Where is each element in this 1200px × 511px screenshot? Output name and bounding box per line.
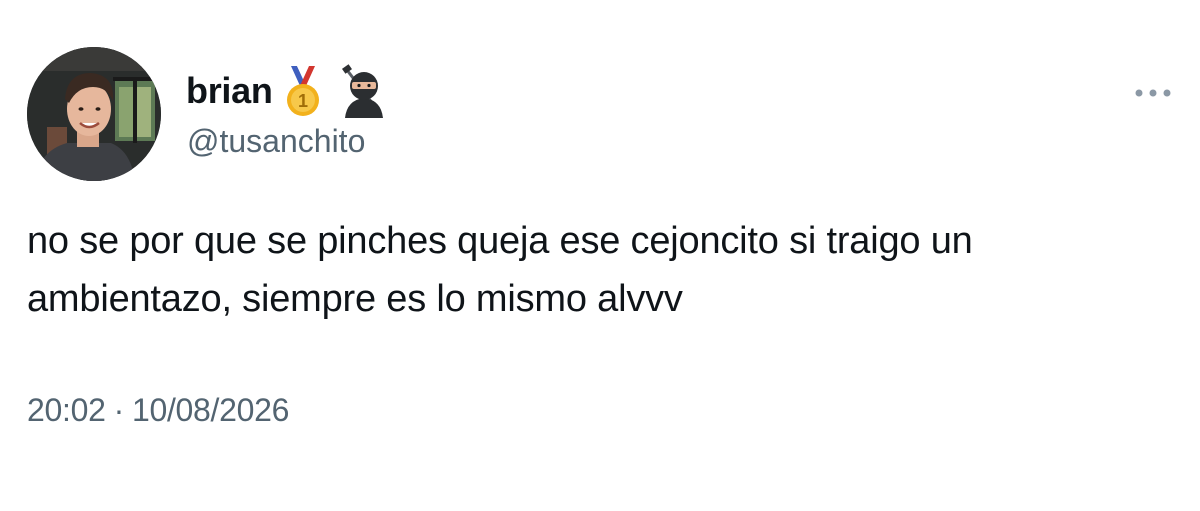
timestamp[interactable]: 20:02 · 10/08/2026 [27,392,289,429]
tweet-text-line: ambientazo, siempre es lo mismo alvvv [27,278,683,320]
avatar[interactable] [27,47,161,181]
tweet-date: 10/08/2026 [131,392,290,428]
tweet-time: 20:02 [27,392,106,428]
timestamp-separator: · [113,392,125,428]
first-place-medal-icon: 1 [281,64,331,118]
ninja-icon [339,64,389,118]
tweet-card: brian 1 @tusanchito no se por que se pin… [0,0,1200,511]
more-dots-icon [1135,89,1171,97]
profile-photo [27,47,161,181]
display-name[interactable]: brian [186,70,273,112]
tweet-text-line: no se por que se pinches queja ese cejon… [27,220,973,262]
tweet-text: no se por que se pinches queja ese cejon… [27,212,1177,328]
more-button[interactable] [1130,80,1176,106]
user-handle[interactable]: @tusanchito [187,123,365,160]
display-name-row: brian 1 [186,64,389,118]
svg-text:1: 1 [298,91,308,111]
